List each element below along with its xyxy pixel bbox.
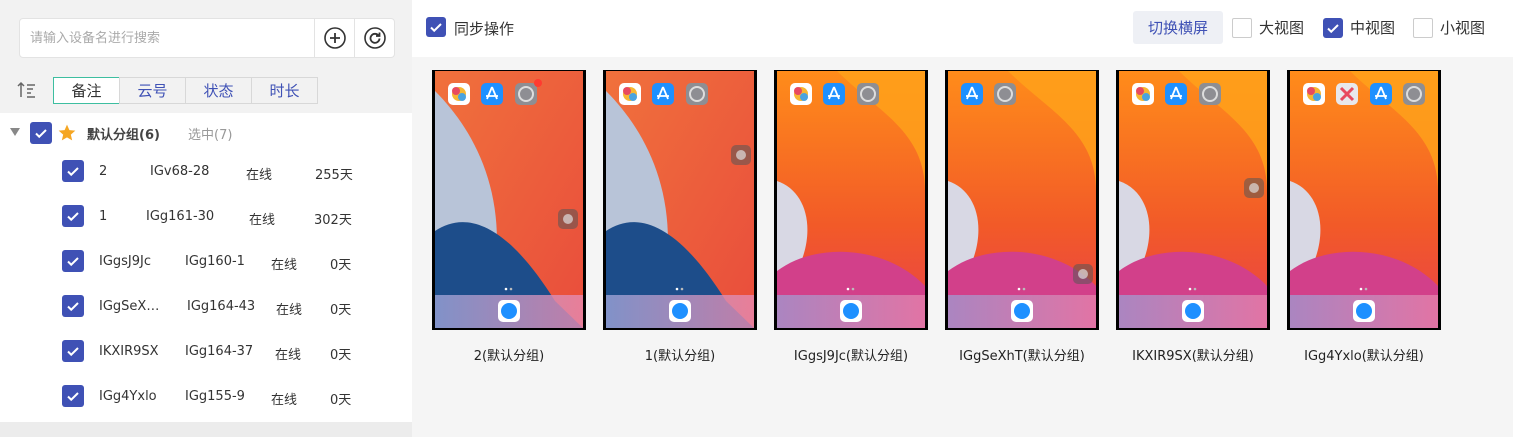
small-view-label: 小视图 — [1440, 19, 1486, 37]
device-status: 在线 — [271, 258, 298, 273]
device-screen[interactable]: 2(默认分组) — [432, 70, 586, 364]
large-view-checkbox[interactable] — [1232, 17, 1252, 38]
device-screen-caption: IGgSeXhT(默认分组) — [959, 349, 1085, 364]
device-screen[interactable]: IGgsJ9Jc(默认分组) — [774, 70, 928, 364]
device-screen[interactable]: IKXIR9SX(默认分组) — [1116, 70, 1270, 364]
device-status: 在线 — [246, 168, 273, 183]
device-row[interactable]: 2 IGv68-28 在线 255天 — [0, 160, 412, 184]
device-note: 1 — [99, 209, 108, 224]
device-status: 在线 — [275, 348, 302, 363]
device-cloud-id: IGg161-30 — [146, 209, 215, 224]
device-row[interactable]: IGgSeX… IGg164-43 在线 0天 — [0, 295, 412, 319]
group-name: 默认分组(6) — [87, 128, 160, 143]
device-status: 在线 — [249, 213, 276, 228]
plus-circle-icon — [323, 27, 346, 49]
device-status: 在线 — [276, 303, 303, 318]
device-screen-gallery: 2(默认分组) 1(默认分组) IGgsJ9Jc(默认分组) IGgSeXhT(… — [412, 57, 1513, 437]
caret-down-icon[interactable] — [10, 128, 20, 136]
device-screen-caption: 1(默认分组) — [644, 349, 716, 364]
screen-wallpaper — [1290, 71, 1438, 328]
device-row[interactable]: IKXIR9SX IGg164-37 在线 0天 — [0, 340, 412, 364]
device-duration: 302天 — [314, 213, 352, 228]
device-checkbox[interactable] — [62, 340, 84, 362]
large-view-label: 大视图 — [1259, 19, 1305, 37]
switch-landscape-button[interactable]: 切换横屏 — [1133, 11, 1223, 44]
device-duration: 0天 — [330, 258, 352, 273]
screen-wallpaper — [777, 71, 925, 328]
refresh-button[interactable] — [354, 19, 394, 57]
group-checkbox[interactable] — [30, 122, 52, 144]
device-row[interactable]: IGg4Yxlo IGg155-9 在线 0天 — [0, 385, 412, 409]
device-cloud-id: IGg160-1 — [185, 254, 245, 269]
device-list-panel: 备注 云号 状态 时长 默认分组(6) 选中(7) 2 IGv68-28 — [0, 0, 412, 437]
device-screen-caption: 2(默认分组) — [473, 349, 545, 364]
small-view-checkbox[interactable] — [1413, 17, 1433, 38]
screen-wallpaper — [435, 71, 583, 328]
device-duration: 0天 — [330, 348, 352, 363]
device-duration: 0天 — [330, 393, 352, 408]
medium-view-option[interactable]: 中视图 — [1323, 17, 1395, 38]
device-note: IGgSeX… — [99, 299, 160, 314]
device-cloud-id: IGv68-28 — [150, 164, 210, 179]
medium-view-checkbox[interactable] — [1323, 17, 1343, 38]
screen-wallpaper — [606, 71, 754, 328]
device-duration: 0天 — [330, 303, 352, 318]
device-status: 在线 — [271, 393, 298, 408]
sort-tabs: 备注 云号 状态 时长 — [16, 76, 318, 104]
device-screen[interactable]: 1(默认分组) — [603, 70, 757, 364]
star-icon — [58, 124, 76, 141]
device-cloud-id: IGg164-37 — [185, 344, 254, 359]
device-duration: 255天 — [315, 168, 353, 183]
device-row[interactable]: IGgsJ9Jc IGg160-1 在线 0天 — [0, 250, 412, 274]
device-checkbox[interactable] — [62, 205, 84, 227]
tab-cloud-id[interactable]: 云号 — [119, 76, 186, 104]
search-input[interactable] — [20, 19, 314, 57]
medium-view-label: 中视图 — [1350, 19, 1396, 37]
group-row[interactable]: 默认分组(6) 选中(7) — [0, 121, 412, 145]
sort-icon[interactable] — [16, 79, 38, 101]
device-checkbox[interactable] — [62, 250, 84, 272]
add-button[interactable] — [314, 19, 354, 57]
device-checkbox[interactable] — [62, 295, 84, 317]
device-note: IGg4Yxlo — [99, 389, 157, 404]
large-view-option[interactable]: 大视图 — [1232, 17, 1304, 38]
screen-panel: 同步操作 切换横屏 大视图 中视图 小视图 2(默认分组) 1(默认分组) IG… — [412, 0, 1513, 437]
device-screen-caption: IGgsJ9Jc(默认分组) — [793, 349, 909, 364]
device-screen[interactable]: IGgSeXhT(默认分组) — [945, 70, 1099, 364]
device-cloud-id: IGg164-43 — [187, 299, 256, 314]
refresh-icon — [363, 27, 386, 49]
device-checkbox[interactable] — [62, 160, 84, 182]
search-box — [19, 18, 395, 58]
sync-checkbox[interactable] — [426, 17, 446, 37]
small-view-option[interactable]: 小视图 — [1413, 17, 1485, 38]
sync-label: 同步操作 — [454, 20, 515, 38]
device-screen[interactable]: IGg4Yxlo(默认分组) — [1287, 70, 1441, 364]
screen-wallpaper — [948, 71, 1096, 328]
device-screen-caption: IKXIR9SX(默认分组) — [1132, 349, 1254, 364]
device-note: IGgsJ9Jc — [99, 254, 152, 269]
device-cloud-id: IGg155-9 — [185, 389, 245, 404]
device-note: 2 — [99, 164, 108, 179]
tab-note[interactable]: 备注 — [53, 76, 120, 104]
device-note: IKXIR9SX — [99, 344, 159, 359]
tab-status[interactable]: 状态 — [185, 76, 252, 104]
device-row[interactable]: 1 IGg161-30 在线 302天 — [0, 205, 412, 229]
device-checkbox[interactable] — [62, 385, 84, 407]
tab-duration[interactable]: 时长 — [251, 76, 318, 104]
list-footer — [0, 422, 412, 437]
device-screen-caption: IGg4Yxlo(默认分组) — [1304, 349, 1424, 364]
group-selected-count: 选中(7) — [188, 128, 233, 143]
device-list: 默认分组(6) 选中(7) 2 IGv68-28 在线 255天 1 IGg16… — [0, 113, 412, 422]
screen-toolbar: 同步操作 切换横屏 大视图 中视图 小视图 — [412, 0, 1513, 57]
screen-wallpaper — [1119, 71, 1267, 328]
